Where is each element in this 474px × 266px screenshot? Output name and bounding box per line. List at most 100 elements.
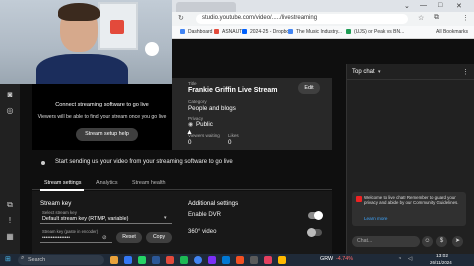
bookmark-peak[interactable]: (UJS) or Peak vs BN... <box>354 29 404 35</box>
stream-key-masked: •••••••••••••••• <box>42 235 71 241</box>
chevron-down-icon[interactable]: ▾ <box>378 69 381 75</box>
url-field[interactable]: studio.youtube.com/video/...../livestrea… <box>196 14 408 24</box>
key-field-label: Stream key (paste in encoder) <box>42 229 99 234</box>
bookmark-favicon <box>288 29 293 34</box>
taskbar-search[interactable]: Search <box>18 255 104 265</box>
stream-title: Frankie Griffin Live Stream <box>188 87 278 94</box>
webcam-sign <box>110 20 124 34</box>
stock-change: -4.74% <box>336 256 354 262</box>
toggle-knob <box>307 228 316 237</box>
bookmark-all[interactable]: All Bookmarks <box>436 29 468 35</box>
additional-settings-heading: Additional settings <box>188 200 239 207</box>
taskbar-app-icon[interactable] <box>166 256 174 264</box>
taskbar-app-icon[interactable] <box>110 256 118 264</box>
status-dot-icon <box>41 161 45 165</box>
chevron-down-icon[interactable]: ⌄ <box>404 2 410 10</box>
youtube-icon <box>356 196 362 202</box>
wifi-icon[interactable]: ◔ <box>398 256 401 262</box>
video-360-label: 360° video <box>188 229 217 235</box>
minimize-icon[interactable]: — <box>420 2 427 9</box>
chat-welcome-text: Welcome to live chat! Remember to guard … <box>364 195 459 206</box>
likes-label: Likes <box>228 133 239 138</box>
star-icon[interactable]: ☆ <box>418 14 424 22</box>
super-chat-icon[interactable]: $ <box>436 236 447 247</box>
taskbar-app-icon[interactable] <box>152 256 160 264</box>
browser-tab-bar: ⌄ — □ ✕ <box>172 0 474 12</box>
stream-key-heading: Stream key <box>40 200 72 207</box>
webcam-person-body <box>36 54 128 84</box>
extensions-icon[interactable]: ⧉ <box>434 14 439 22</box>
menu-icon[interactable]: ⋮ <box>462 14 469 22</box>
category-value: People and blogs <box>188 105 236 112</box>
top-chat-selector[interactable]: Top chat <box>352 69 375 75</box>
feedback-icon[interactable]: ! <box>5 216 15 226</box>
video-360-toggle[interactable] <box>307 228 322 237</box>
bookmark-favicon <box>242 29 247 34</box>
likes-value: 0 <box>228 139 232 146</box>
stock-ticker[interactable]: GRW <box>320 256 333 262</box>
taskbar-app-icon[interactable] <box>124 256 132 264</box>
taskbar-app-icon[interactable] <box>208 256 216 264</box>
reload-icon[interactable]: ↻ <box>178 14 184 22</box>
tab-stream-settings[interactable]: Stream settings <box>44 180 81 186</box>
taskbar-app-icon[interactable] <box>278 256 286 264</box>
windows-start-icon[interactable]: ⊞ <box>5 255 11 263</box>
taskbar-app-icon[interactable] <box>222 256 230 264</box>
enable-dvr-toggle[interactable] <box>308 211 323 220</box>
reset-button[interactable]: Reset <box>116 232 142 243</box>
hide-eye-icon[interactable]: ⊘ <box>102 235 107 241</box>
maximize-icon[interactable]: □ <box>438 2 442 9</box>
clock-date[interactable]: 26/11/2024 <box>430 260 452 265</box>
broadcast-icon[interactable]: ◎ <box>5 106 15 116</box>
learn-more-link[interactable]: Learn more <box>364 216 388 221</box>
category-label: Category <box>188 99 207 104</box>
webcam-overlay <box>0 0 172 84</box>
volume-icon[interactable]: ◁ <box>408 256 412 262</box>
stream-setup-help-button[interactable]: Stream setup help <box>76 128 138 141</box>
bookmark-dashboard[interactable]: Dashboard <box>188 29 212 35</box>
toggle-knob <box>314 211 323 220</box>
mouse-cursor-icon: ▲ <box>186 129 193 136</box>
bookmark-favicon <box>214 29 219 34</box>
more-options-icon[interactable]: ⋮ <box>462 68 469 76</box>
copy-button[interactable]: Copy <box>146 232 172 243</box>
go-live-banner-text: Start sending us your video from your st… <box>55 159 233 165</box>
studio-left-rail: ◙ ◎ ⧉ ! ▦ <box>0 84 20 266</box>
clock-time[interactable]: 13:02 <box>436 254 448 259</box>
taskbar-app-icon[interactable] <box>250 256 258 264</box>
close-icon[interactable]: ✕ <box>456 2 462 10</box>
emoji-icon[interactable]: ☺ <box>422 236 433 247</box>
select-key-value: Default stream key (RTMP, variable) <box>42 216 129 222</box>
webcam-fan <box>145 42 159 56</box>
dropdown-arrow-icon[interactable]: ▾ <box>164 215 167 221</box>
bookmark-asnaut[interactable]: ASNAUT <box>222 29 242 35</box>
chrome-icon[interactable] <box>194 256 202 264</box>
bookmark-favicon <box>180 29 185 34</box>
chat-input[interactable]: Chat... <box>352 236 420 247</box>
screen: ⌄ — □ ✕ ↻ ☆ ⧉ ⋮ studio.youtube.com/video… <box>0 0 474 266</box>
select-key-label: Select stream key <box>42 210 77 215</box>
enable-dvr-label: Enable DVR <box>188 212 222 218</box>
send-icon[interactable]: ➤ <box>452 236 463 247</box>
whatsapp-icon[interactable] <box>138 256 146 264</box>
webcam-person-hair <box>58 3 100 21</box>
tab-analytics[interactable]: Analytics <box>96 180 118 186</box>
browser-tab[interactable] <box>176 2 236 12</box>
bookmark-music-industry[interactable]: The Music Industry... <box>296 29 342 35</box>
copy-icon[interactable]: ⧉ <box>5 200 15 210</box>
stream-settings-panel <box>32 191 332 261</box>
tab-stream-health[interactable]: Stream health <box>132 180 166 186</box>
taskbar-app-icon[interactable] <box>236 256 244 264</box>
camera-icon[interactable]: ◙ <box>5 90 15 100</box>
bookmark-dropbox[interactable]: 2024-25 - Dropbox <box>250 29 292 35</box>
bookmark-favicon <box>346 29 351 34</box>
taskbar-app-icon[interactable] <box>264 256 272 264</box>
globe-icon: ◉ <box>188 122 194 128</box>
privacy-value: Public <box>196 121 213 128</box>
preview-heading: Connect streaming software to go live <box>55 102 149 108</box>
edit-button[interactable]: Edit <box>298 82 320 94</box>
calendar-icon[interactable]: ▦ <box>5 232 15 242</box>
title-label: Title <box>188 81 197 86</box>
viewers-waiting-value: 0 <box>188 139 192 146</box>
spotify-icon[interactable] <box>180 256 188 264</box>
